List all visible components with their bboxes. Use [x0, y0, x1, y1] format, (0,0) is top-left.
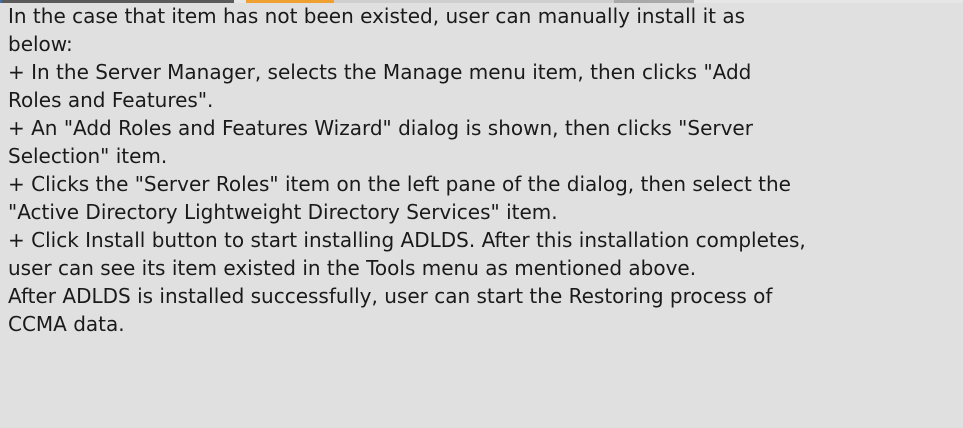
text-line: "Active Directory Lightweight Directory … — [8, 200, 558, 224]
text-line: Selection" item. — [8, 144, 168, 168]
text-line: + An "Add Roles and Features Wizard" dia… — [8, 116, 753, 140]
text-line: CCMA data. — [8, 312, 125, 336]
text-line: Roles and Features". — [8, 88, 214, 112]
text-line: below: — [8, 32, 73, 56]
text-line: + Click Install button to start installi… — [8, 228, 806, 252]
text-line: user can see its item existed in the Too… — [8, 256, 697, 280]
text-line: After ADLDS is installed successfully, u… — [8, 284, 773, 308]
instruction-text-block: In the case that item has not been exist… — [8, 2, 960, 338]
text-line: + In the Server Manager, selects the Man… — [8, 60, 752, 84]
text-line: + Clicks the "Server Roles" item on the … — [8, 172, 791, 196]
text-line: In the case that item has not been exist… — [8, 4, 746, 28]
